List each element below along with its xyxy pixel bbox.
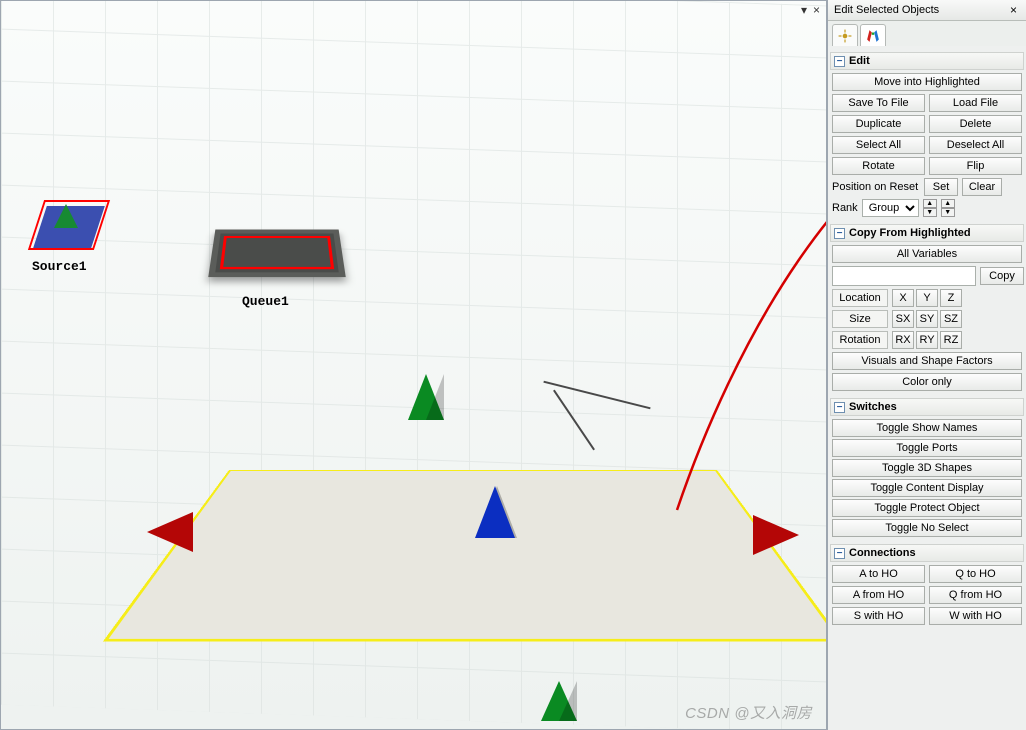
save-to-file-button[interactable]: Save To File	[832, 94, 925, 112]
w-with-ho-button[interactable]: W with HO	[929, 607, 1022, 625]
clear-button[interactable]: Clear	[962, 178, 1002, 196]
size-button[interactable]: Size	[832, 310, 888, 328]
collapse-icon[interactable]: −	[834, 548, 845, 559]
a-from-ho-button[interactable]: A from HO	[832, 586, 925, 604]
rx-button[interactable]: RX	[892, 331, 914, 349]
color-only-button[interactable]: Color only	[832, 373, 1022, 391]
copy-variable-select[interactable]	[832, 266, 976, 286]
set-button[interactable]: Set	[924, 178, 958, 196]
cone-green-bottom[interactable]	[541, 681, 577, 721]
toggle-ports-button[interactable]: Toggle Ports	[832, 439, 1022, 457]
sy-button[interactable]: SY	[916, 310, 938, 328]
section-copy-header[interactable]: − Copy From Highlighted	[830, 224, 1024, 242]
section-edit-header[interactable]: − Edit	[830, 52, 1024, 70]
cone-blue-center[interactable]	[475, 486, 515, 538]
deselect-all-button[interactable]: Deselect All	[929, 136, 1022, 154]
3d-viewport[interactable]: ▾ × Source1 Queue1 CSDN @又入洞房	[0, 0, 827, 730]
panel-tabstrip	[828, 21, 1026, 46]
panel-title: Edit Selected Objects	[834, 4, 939, 16]
toggle-no-select-button[interactable]: Toggle No Select	[832, 519, 1022, 537]
panel-close-icon[interactable]: ×	[1007, 3, 1020, 17]
location-button[interactable]: Location	[832, 289, 888, 307]
rank-select[interactable]: Group	[862, 199, 919, 217]
rotation-button[interactable]: Rotation	[832, 331, 888, 349]
copy-button[interactable]: Copy	[980, 267, 1024, 285]
duplicate-button[interactable]: Duplicate	[832, 115, 925, 133]
rank-spinner-2[interactable]: ▲▼	[941, 199, 955, 217]
queue-object[interactable]	[208, 229, 346, 277]
tools-icon	[866, 29, 880, 43]
rz-button[interactable]: RZ	[940, 331, 962, 349]
rotate-button[interactable]: Rotate	[832, 157, 925, 175]
z-button[interactable]: Z	[940, 289, 962, 307]
cone-red-right[interactable]	[753, 515, 799, 555]
ry-button[interactable]: RY	[916, 331, 938, 349]
tab-settings[interactable]	[832, 24, 858, 46]
collapse-icon[interactable]: −	[834, 402, 845, 413]
position-on-reset-label: Position on Reset	[832, 181, 920, 193]
sz-button[interactable]: SZ	[940, 310, 962, 328]
select-all-button[interactable]: Select All	[832, 136, 925, 154]
edit-side-panel: Edit Selected Objects × − Edit Move into…	[827, 0, 1026, 730]
toggle-content-display-button[interactable]: Toggle Content Display	[832, 479, 1022, 497]
cone-red-left[interactable]	[147, 512, 193, 552]
toggle-3d-shapes-button[interactable]: Toggle 3D Shapes	[832, 459, 1022, 477]
sx-button[interactable]: SX	[892, 310, 914, 328]
collapse-icon[interactable]: −	[834, 228, 845, 239]
section-switches-header[interactable]: − Switches	[830, 398, 1024, 416]
source-label: Source1	[32, 259, 87, 274]
cone-green-top[interactable]	[408, 374, 444, 420]
y-button[interactable]: Y	[916, 289, 938, 307]
source-object[interactable]	[40, 206, 98, 248]
q-to-ho-button[interactable]: Q to HO	[929, 565, 1022, 583]
section-connections-header[interactable]: − Connections	[830, 544, 1024, 562]
queue-label: Queue1	[242, 294, 289, 309]
toggle-protect-object-button[interactable]: Toggle Protect Object	[832, 499, 1022, 517]
visuals-button[interactable]: Visuals and Shape Factors	[832, 352, 1022, 370]
s-with-ho-button[interactable]: S with HO	[832, 607, 925, 625]
collapse-icon[interactable]: −	[834, 56, 845, 67]
flip-button[interactable]: Flip	[929, 157, 1022, 175]
processor-object[interactable]	[103, 470, 827, 642]
delete-button[interactable]: Delete	[929, 115, 1022, 133]
a-to-ho-button[interactable]: A to HO	[832, 565, 925, 583]
rank-label: Rank	[832, 202, 858, 214]
x-button[interactable]: X	[892, 289, 914, 307]
panel-title-bar: Edit Selected Objects ×	[828, 0, 1026, 21]
tab-tools[interactable]	[860, 24, 886, 46]
load-file-button[interactable]: Load File	[929, 94, 1022, 112]
q-from-ho-button[interactable]: Q from HO	[929, 586, 1022, 604]
rank-spinner-1[interactable]: ▲▼	[923, 199, 937, 217]
viewport-pin-icon[interactable]: ▾	[801, 3, 807, 17]
move-into-highlighted-button[interactable]: Move into Highlighted	[832, 73, 1022, 91]
viewport-close-icon[interactable]: ×	[813, 3, 820, 17]
all-variables-button[interactable]: All Variables	[832, 245, 1022, 263]
gear-icon	[838, 29, 852, 43]
toggle-show-names-button[interactable]: Toggle Show Names	[832, 419, 1022, 437]
watermark: CSDN @又入洞房	[685, 702, 812, 723]
